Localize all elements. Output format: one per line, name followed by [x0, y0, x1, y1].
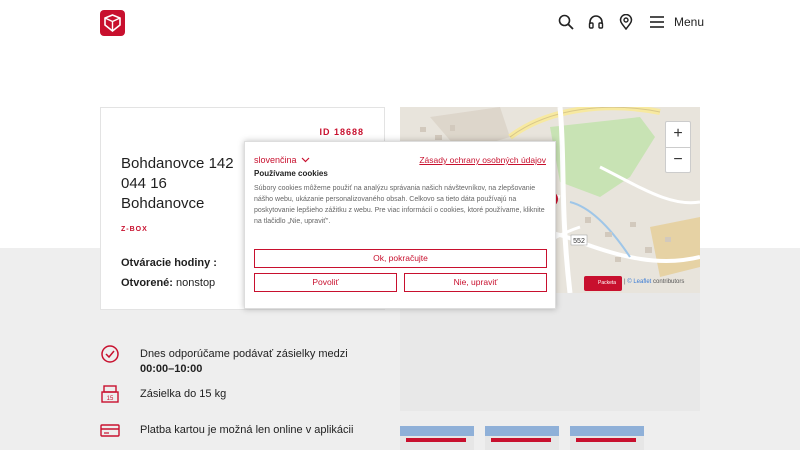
language-selector[interactable]: slovenčina [254, 155, 310, 165]
allow-button[interactable]: Povoliť [254, 273, 397, 292]
address: Bohdanovce 142 044 16 Bohdanovce [121, 154, 234, 214]
recommended-time-row: Dnes odporúčame podávať zásielky medzi 0… [100, 344, 380, 377]
payment-text: Platba kartou je možná len online v apli… [140, 424, 354, 436]
box-photo-1[interactable] [400, 426, 474, 450]
top-navigation: Menu [0, 0, 800, 46]
attribution-separator: | [624, 279, 626, 285]
map-below-area [400, 293, 700, 411]
road-number-label: 552 [573, 238, 585, 245]
cookie-consent-dialog: slovenčina Zásady ochrany osobných údajo… [244, 141, 556, 309]
address-line-zip: 044 16 [121, 175, 167, 192]
zoom-out-button[interactable]: − [666, 148, 690, 174]
payment-row: Platba kartou je možná len online v apli… [100, 420, 400, 442]
hamburger-icon[interactable] [649, 14, 665, 30]
cookie-title: Používame cookies [254, 169, 328, 178]
search-icon[interactable] [558, 14, 574, 30]
weight-text: Zásielka do 15 kg [140, 388, 227, 400]
box-id: ID 18688 [319, 127, 364, 137]
box-photo-3[interactable] [570, 426, 644, 450]
recommend-prefix: Dnes odporúčame podávať zásielky medzi [140, 348, 348, 360]
leaflet-link[interactable]: © Leaflet [627, 279, 651, 285]
open-label: Otvorené: [121, 277, 173, 289]
menu-button-label[interactable]: Menu [674, 15, 704, 29]
recommended-time-text: Dnes odporúčame podávať zásielky medzi 0… [140, 347, 380, 377]
weight-row: 15 Zásielka do 15 kg [100, 384, 380, 406]
chevron-down-icon[interactable] [301, 155, 310, 164]
zoom-in-button[interactable]: + [666, 122, 690, 148]
clock-check-icon [101, 345, 119, 363]
open-status: Otvorené: nonstop [121, 277, 215, 289]
address-line-city: Bohdanovce [121, 195, 205, 212]
scale-weight-icon: 15 [101, 385, 119, 403]
cookie-description: Súbory cookies môžeme použiť na analýzu … [254, 185, 545, 225]
open-value: nonstop [176, 277, 216, 289]
opening-hours-label: Otváracie hodiny : [121, 257, 217, 269]
headset-icon[interactable] [588, 14, 604, 30]
weight-icon-label: 15 [107, 396, 114, 402]
recommend-time: 00:00–10:00 [140, 363, 203, 375]
packeta-logo[interactable] [100, 10, 125, 36]
map-attribution: | © Leaflet contributors [624, 279, 684, 285]
box-type: Z-BOX [121, 226, 148, 233]
packeta-map-badge: Packeta [584, 276, 622, 291]
language-label[interactable]: slovenčina [254, 155, 297, 165]
reject-edit-button[interactable]: Nie, upraviť [404, 273, 547, 292]
accept-continue-button[interactable]: Ok, pokračujte [254, 249, 547, 268]
location-pin-icon[interactable] [618, 14, 634, 30]
box-photo-2[interactable] [485, 426, 559, 450]
credit-card-icon [100, 424, 120, 437]
privacy-policy-link[interactable]: Zásady ochrany osobných údajov [419, 155, 546, 165]
attribution-contributors: contributors [653, 279, 685, 285]
address-line-street: Bohdanovce 142 [121, 155, 234, 172]
zoom-controls: + − [665, 121, 691, 173]
